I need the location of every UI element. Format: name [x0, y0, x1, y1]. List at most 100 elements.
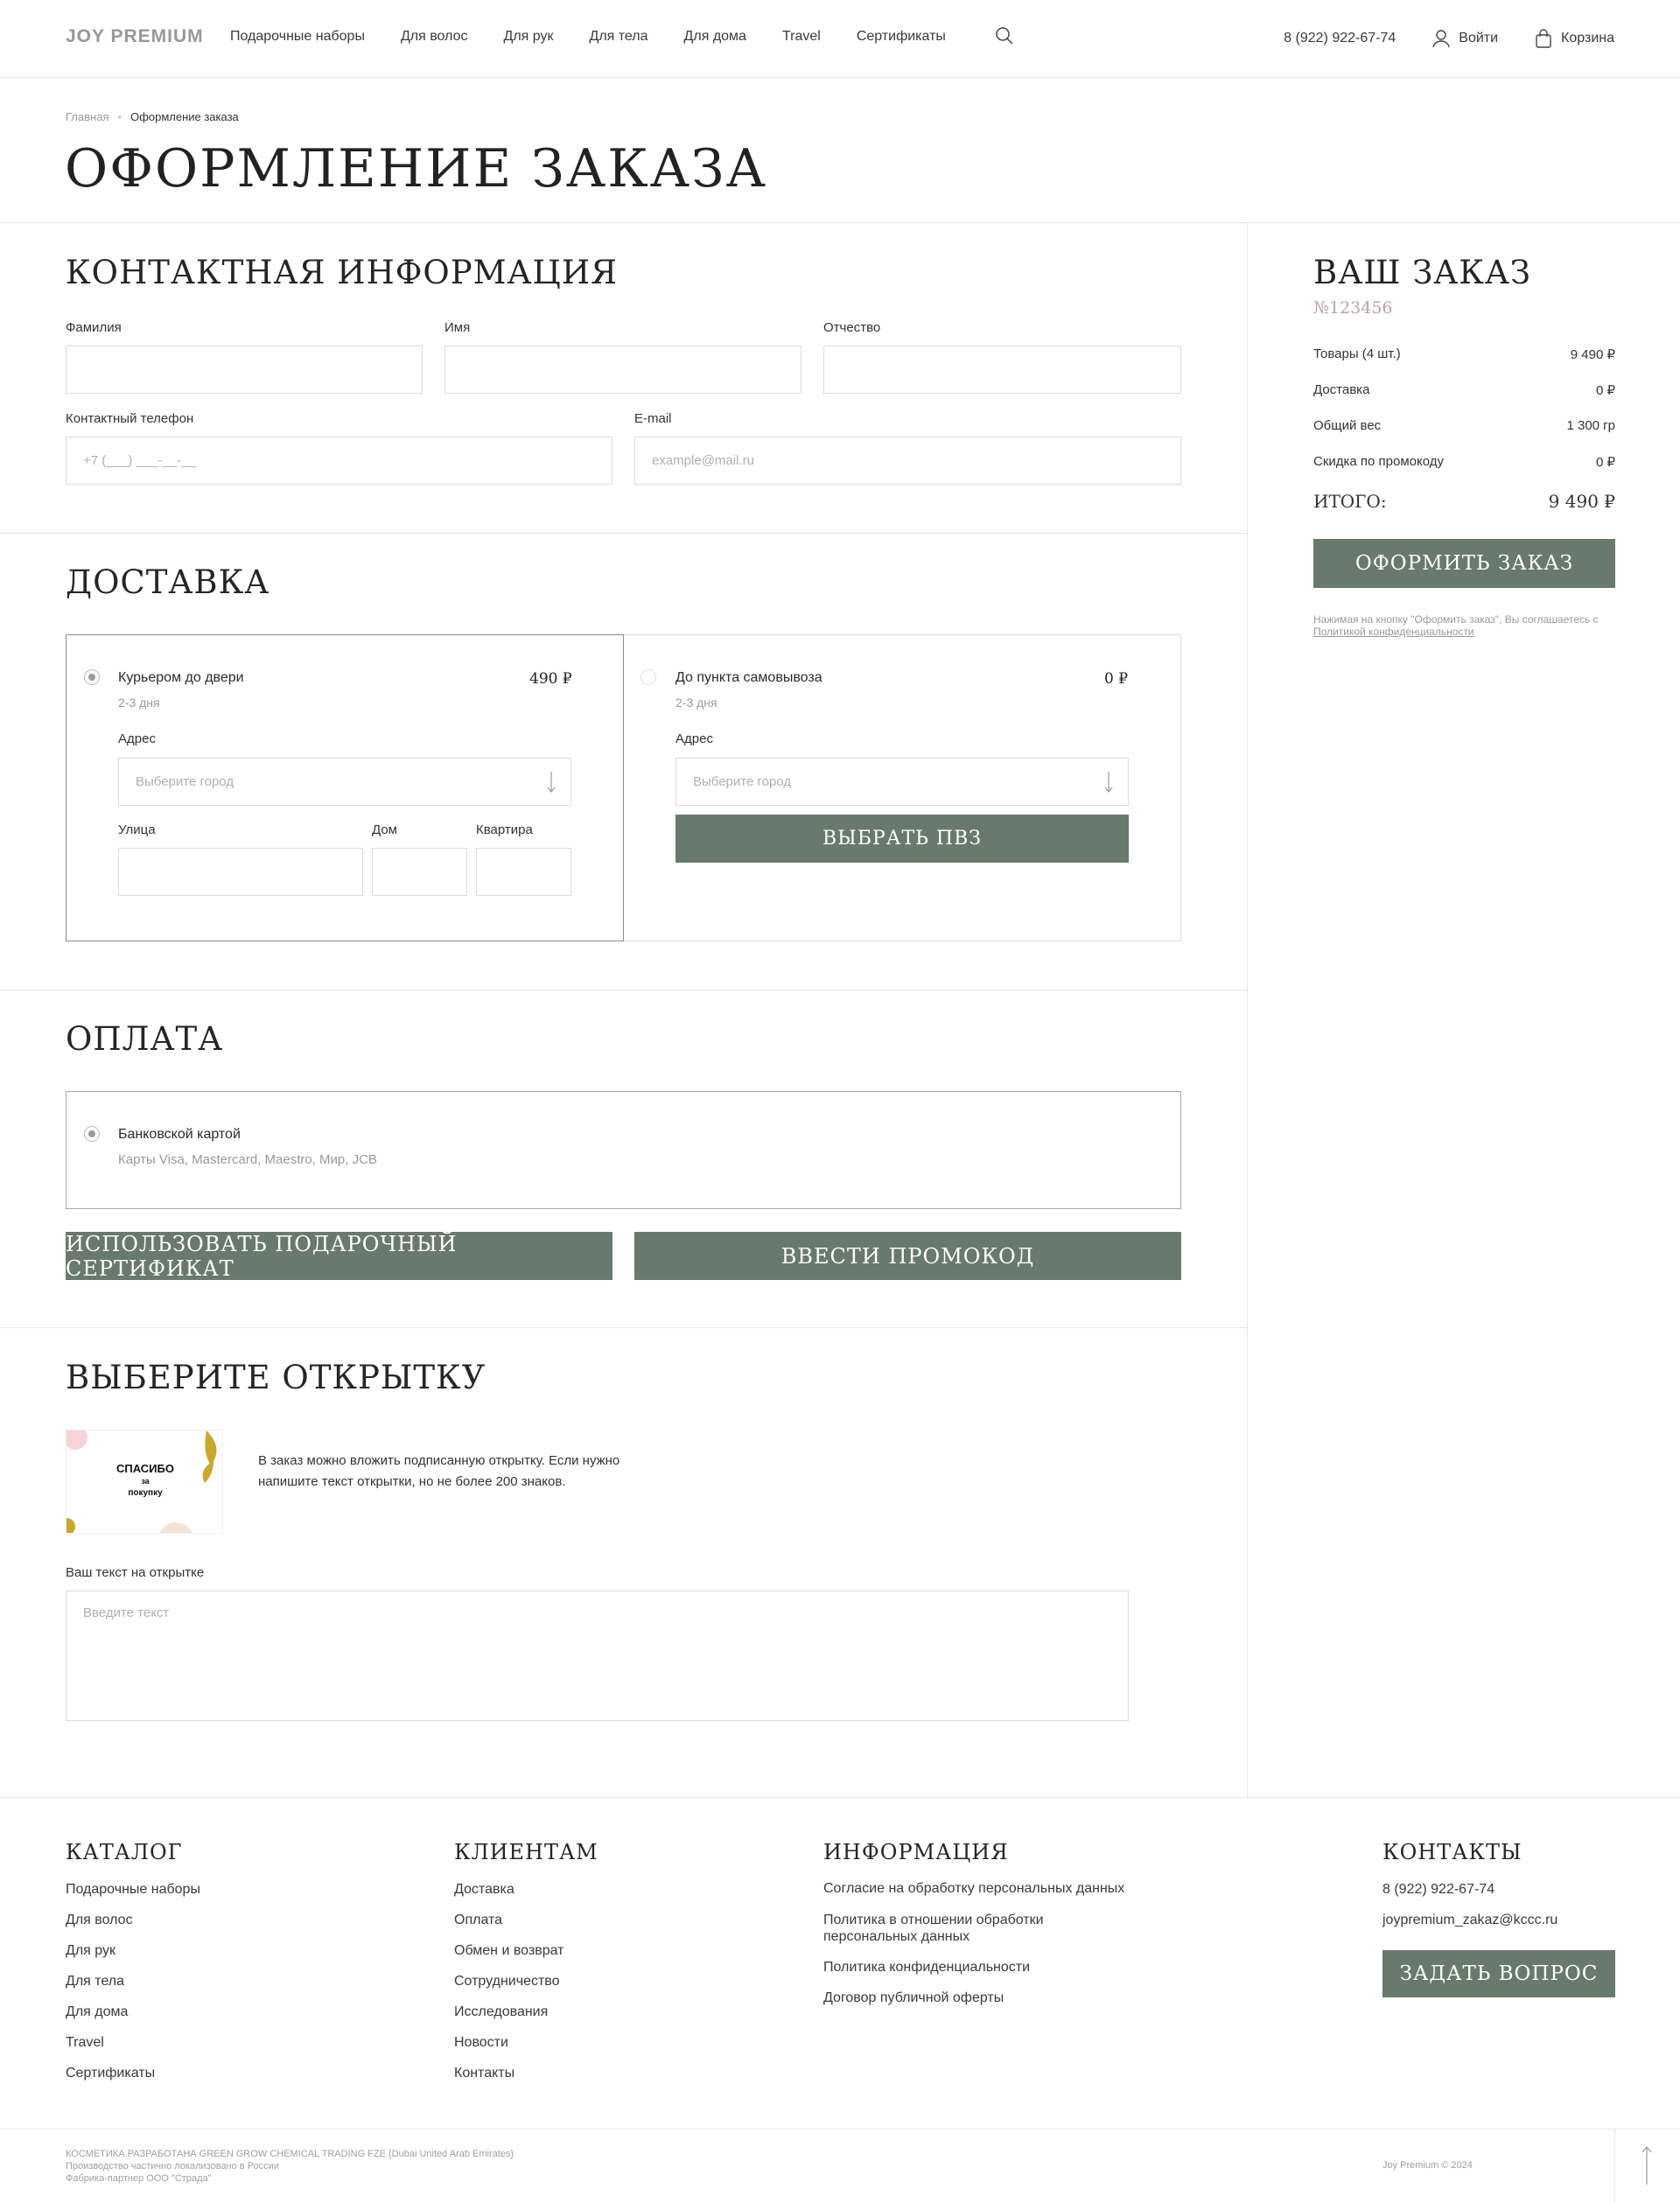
email-input[interactable]: example@mail.ru	[634, 437, 1181, 485]
footer-link[interactable]: Новости	[454, 2027, 564, 2058]
footer-link[interactable]: Подарочные наборы	[66, 1874, 200, 1905]
login-link[interactable]: Войти	[1432, 29, 1498, 48]
house-input[interactable]	[372, 848, 467, 896]
footer-link[interactable]: Сотрудничество	[454, 1966, 564, 1997]
arrow-down-icon	[547, 772, 556, 793]
card-radio[interactable]	[84, 1126, 100, 1142]
ask-question-button[interactable]: ЗАДАТЬ ВОПРОС	[1382, 1950, 1615, 1997]
card-title: Банковской картой	[118, 1127, 241, 1142]
cart-link[interactable]: Корзина	[1535, 29, 1614, 48]
nav-certificates[interactable]: Сертификаты	[857, 29, 946, 45]
scroll-top-icon[interactable]	[1641, 2145, 1653, 2186]
footer-link[interactable]: Договор публичной оферты	[823, 1990, 1124, 2006]
footer-phone[interactable]: 8 (922) 922-67-74	[1382, 1874, 1558, 1905]
postcard-text-line: покупку	[128, 1488, 163, 1498]
divider	[0, 1797, 1680, 1798]
nav-hair[interactable]: Для волос	[401, 29, 468, 45]
summary-label: Общий вес	[1313, 418, 1382, 433]
courier-city-select[interactable]: Выберите город	[118, 758, 571, 806]
footer-link[interactable]: Оплата	[454, 1905, 564, 1935]
footer-link[interactable]: Политика в отношении обработки персональ…	[823, 1912, 1077, 1960]
footer-link[interactable]: Исследования	[454, 1997, 564, 2027]
choose-pickup-point-button[interactable]: ВЫБРАТЬ ПВЗ	[676, 815, 1129, 863]
pickup-title: До пункта самовывоза	[676, 670, 822, 685]
legal-line: КОСМЕТИКА РАЗРАБОТАНА GREEN GROW CHEMICA…	[66, 2149, 514, 2159]
email-label: E-mail	[634, 411, 672, 426]
delivery-section-title: ДОСТАВКА	[66, 563, 270, 601]
phone-placeholder: +7 (___) ___-__-__	[83, 453, 196, 468]
footer-link[interactable]: Доставка	[454, 1874, 564, 1905]
footer-clients-title: КЛИЕНТАМ	[454, 1840, 598, 1864]
summary-value: 0 ₽	[1595, 383, 1615, 398]
postcard-text: СПАСИБО за покупку	[66, 1462, 222, 1500]
summary-row: Скидка по промокоду 0 ₽	[1313, 454, 1615, 470]
postcard-section-title: ВЫБЕРИТЕ ОТКРЫТКУ	[66, 1359, 486, 1396]
pickup-city-select[interactable]: Выберите город	[676, 758, 1129, 806]
summary-row: Доставка 0 ₽	[1313, 382, 1615, 398]
header-phone[interactable]: 8 (922) 922-67-74	[1284, 31, 1396, 46]
footer-link[interactable]: Обмен и возврат	[454, 1935, 564, 1966]
submit-order-button[interactable]: ОФОРМИТЬ ЗАКАЗ	[1313, 539, 1615, 588]
order-title: ВАШ ЗАКАЗ	[1313, 254, 1531, 291]
copyright: Joy Premium © 2024	[1382, 2160, 1473, 2171]
nav-hands[interactable]: Для рук	[504, 29, 554, 45]
site-header: JOY PREMIUM Подарочные наборы Для волос …	[0, 0, 1680, 78]
login-label: Войти	[1459, 31, 1499, 45]
flat-input[interactable]	[476, 848, 571, 896]
street-label: Улица	[118, 822, 156, 837]
street-input[interactable]	[118, 848, 363, 896]
courier-price: 490 ₽	[529, 670, 572, 688]
divider	[0, 2129, 1680, 2130]
divider	[1247, 222, 1248, 1797]
footer-link[interactable]: Контакты	[454, 2058, 564, 2088]
main-nav: Подарочные наборы Для волос Для рук Для …	[230, 27, 1013, 45]
order-note: Нажимая на кнопку "Оформить заказ", Вы с…	[1313, 613, 1615, 638]
summary-label: Товары (4 шт.)	[1313, 346, 1401, 361]
nav-body[interactable]: Для тела	[590, 29, 648, 45]
nav-gift-sets[interactable]: Подарочные наборы	[230, 29, 365, 45]
postcard-text-line: СПАСИБО	[116, 1462, 174, 1475]
page-title: ОФОРМЛЕНИЕ ЗАКАЗА	[65, 138, 767, 199]
house-label: Дом	[372, 822, 397, 837]
footer-link[interactable]: Для тела	[66, 1966, 200, 1997]
footer-link[interactable]: Политика конфиденциальности	[823, 1960, 1124, 1990]
breadcrumb-separator: •	[117, 110, 122, 123]
last-name-input[interactable]	[66, 346, 423, 394]
payment-section-title: ОПЛАТА	[66, 1020, 224, 1058]
first-name-input[interactable]	[444, 346, 802, 394]
order-note-text: Нажимая на кнопку "Оформить заказ", Вы с…	[1313, 613, 1599, 626]
payment-option-card[interactable]	[66, 1091, 1181, 1209]
footer-link[interactable]: Сертификаты	[66, 2058, 200, 2088]
courier-radio[interactable]	[84, 669, 100, 685]
footer-info-title: ИНФОРМАЦИЯ	[823, 1840, 1009, 1864]
pickup-radio[interactable]	[640, 669, 656, 685]
divider	[1614, 2129, 1615, 2203]
footer-contacts-list: 8 (922) 922-67-74 joypremium_zakaz@kccc.…	[1382, 1874, 1558, 1935]
first-name-label: Имя	[444, 320, 471, 335]
postcard-text-placeholder: Введите текст	[83, 1605, 170, 1620]
footer-email[interactable]: joypremium_zakaz@kccc.ru	[1382, 1905, 1558, 1935]
postcard-image[interactable]: СПАСИБО за покупку	[66, 1430, 223, 1534]
footer-link[interactable]: Для рук	[66, 1935, 200, 1966]
legal-line: Производство частично локализовано в Рос…	[66, 2161, 279, 2172]
footer-link[interactable]: Для волос	[66, 1905, 200, 1935]
arrow-down-icon	[1104, 772, 1113, 793]
nav-home[interactable]: Для дома	[684, 29, 746, 45]
breadcrumb-home[interactable]: Главная	[66, 110, 108, 123]
footer-link[interactable]: Согласие на обработку персональных данны…	[823, 1881, 1124, 1912]
search-icon[interactable]	[995, 26, 1014, 45]
phone-label: Контактный телефон	[66, 411, 194, 426]
privacy-policy-link[interactable]: Политикой конфиденциальности	[1313, 626, 1474, 638]
postcard-text-input[interactable]: Введите текст	[66, 1591, 1129, 1721]
promo-code-button[interactable]: ВВЕСТИ ПРОМОКОД	[634, 1232, 1181, 1280]
phone-input[interactable]: +7 (___) ___-__-__	[66, 437, 612, 485]
logo[interactable]: JOY PREMIUM	[66, 26, 204, 47]
flat-label: Квартира	[476, 822, 533, 837]
footer-link[interactable]: Для дома	[66, 1997, 200, 2027]
cart-icon	[1536, 29, 1551, 48]
footer-link[interactable]: Travel	[66, 2027, 200, 2058]
gift-certificate-button[interactable]: ИСПОЛЬЗОВАТЬ ПОДАРОЧНЫЙ СЕРТИФИКАТ	[66, 1232, 612, 1281]
pickup-city-placeholder: Выберите город	[693, 774, 792, 789]
middle-name-input[interactable]	[823, 346, 1181, 394]
nav-travel[interactable]: Travel	[782, 29, 821, 45]
